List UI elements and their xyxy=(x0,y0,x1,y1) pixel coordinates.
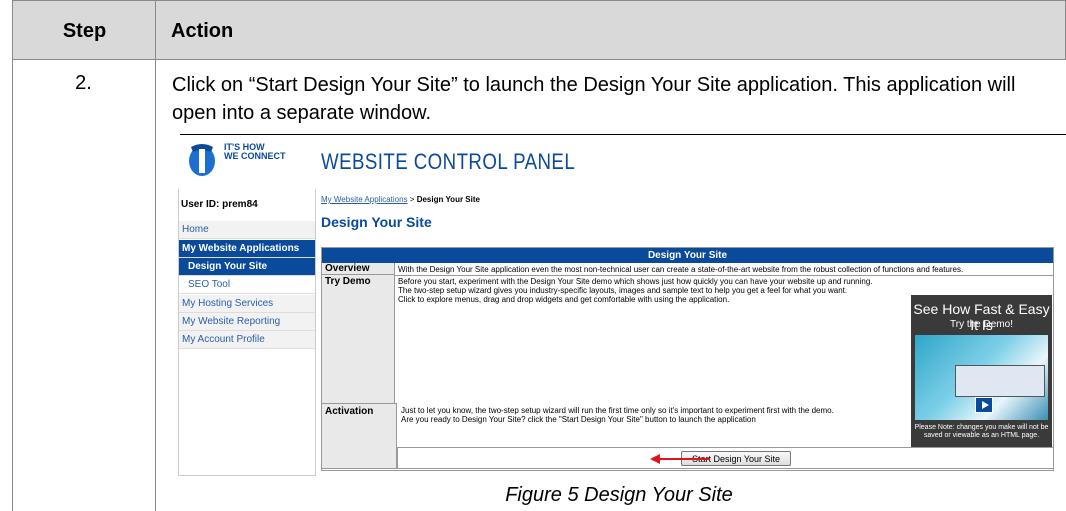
overview-text: With the Design Your Site application ev… xyxy=(398,265,964,274)
figure-caption: Figure 5 Design Your Site xyxy=(505,484,733,506)
header-step: Step xyxy=(62,19,107,42)
sidebar-item-hosting-services[interactable]: My Hosting Services xyxy=(179,295,315,313)
step-number: 2. xyxy=(75,72,92,94)
overview-label: Overview xyxy=(322,263,395,275)
red-arrow-icon xyxy=(650,454,710,464)
panel-title: WEBSITE CONTROL PANEL xyxy=(321,149,576,174)
row-divider xyxy=(322,275,1053,276)
sidebar-item-seo-tool[interactable]: SEO Tool xyxy=(179,276,315,294)
breadcrumb-current: Design Your Site xyxy=(416,195,480,204)
sidebar-item-home[interactable]: Home xyxy=(179,221,315,239)
breadcrumb: My Website Applications > Design Your Si… xyxy=(321,195,480,204)
demo-screen-thumbnail xyxy=(955,365,1045,397)
sidebar-item-design-your-site[interactable]: Design Your Site xyxy=(179,258,315,276)
sidebar-item-account-profile[interactable]: My Account Profile xyxy=(179,331,315,349)
content-table-header: Design Your Site xyxy=(322,248,1053,263)
activation-label: Activation xyxy=(321,403,397,469)
column-divider xyxy=(155,0,156,511)
sidebar-item-my-website-applications[interactable]: My Website Applications xyxy=(179,240,315,258)
table-left-border xyxy=(12,60,13,511)
action-text: Click on “Start Design Your Site” to lau… xyxy=(172,74,1016,124)
activation-row: Activation Just to let you know, the two… xyxy=(321,403,1054,475)
sidebar: User ID: prem84 Home My Website Applicat… xyxy=(178,189,316,476)
breadcrumb-link-applications[interactable]: My Website Applications xyxy=(321,195,408,204)
activation-text: Just to let you know, the two-step setup… xyxy=(401,406,834,424)
telstra-logo-icon xyxy=(189,144,215,176)
table-header-row: Step Action xyxy=(12,0,1066,60)
header-action: Action xyxy=(171,19,234,42)
activation-button-row: Start Design Your Site xyxy=(397,447,1054,469)
breadcrumb-separator: > xyxy=(407,195,417,204)
screenshot-top-rule xyxy=(180,134,1066,135)
embedded-screenshot: IT'S HOW WE CONNECT WEBSITE CONTROL PANE… xyxy=(178,137,1054,476)
logo-tagline: IT'S HOW WE CONNECT xyxy=(224,142,286,161)
sidebar-item-website-reporting[interactable]: My Website Reporting xyxy=(179,313,315,331)
try-demo-text: Before you start, experiment with the De… xyxy=(398,277,873,304)
page-title: Design Your Site xyxy=(321,214,432,230)
promo-subtitle: Try the Demo! xyxy=(950,319,1013,330)
user-id: User ID: prem84 xyxy=(181,199,258,210)
